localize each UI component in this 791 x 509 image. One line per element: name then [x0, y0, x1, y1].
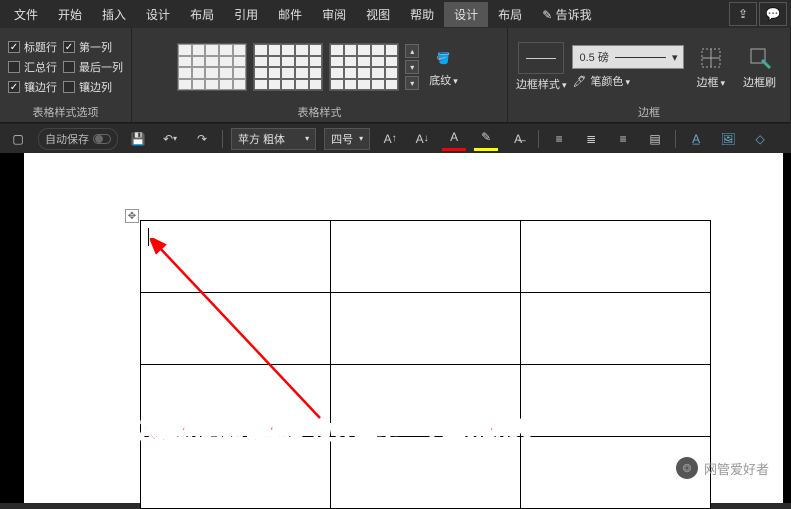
chk-banded-rows[interactable]: 镶边行 [8, 79, 57, 95]
document-table[interactable] [140, 220, 711, 509]
menu-table-layout[interactable]: 布局 [488, 2, 532, 27]
menu-help[interactable]: 帮助 [400, 2, 444, 27]
highlight-icon[interactable]: ✎ [474, 127, 498, 151]
save-icon[interactable]: 💾 [126, 127, 150, 151]
styles-scroll-down[interactable]: ▾ [405, 60, 419, 74]
border-style-preview[interactable] [518, 42, 564, 74]
insert-image-icon[interactable]: 🖼 [716, 127, 740, 151]
table-cell[interactable] [521, 293, 711, 365]
text-cursor [148, 228, 149, 246]
menu-design[interactable]: 设计 [136, 2, 180, 27]
align-center-icon[interactable]: ≣ [579, 127, 603, 151]
menu-bar: 文件 开始 插入 设计 布局 引用 邮件 审阅 视图 帮助 设计 布局 ✎ 告诉… [0, 0, 791, 28]
table-cell[interactable] [141, 437, 331, 509]
new-doc-icon[interactable]: ▢ [6, 127, 30, 151]
menu-file[interactable]: 文件 [4, 2, 48, 27]
border-painter-button[interactable]: 边框刷 [737, 42, 782, 92]
table-cell[interactable] [141, 293, 331, 365]
increase-font-icon[interactable]: A↑ [378, 127, 402, 151]
menu-tell-me[interactable]: ✎ 告诉我 [532, 2, 601, 27]
redo-icon[interactable]: ↷ [190, 127, 214, 151]
watermark: ❂ 网管爱好者 [676, 457, 769, 479]
font-select[interactable]: 苹方 粗体 ▾ [231, 128, 316, 150]
menu-insert[interactable]: 插入 [92, 2, 136, 27]
table-move-handle[interactable]: ✥ [125, 209, 139, 223]
quick-access-toolbar: ▢ 自动保存 💾 ↶▾ ↷ 苹方 粗体 ▾ 四号 ▾ A↑ A↓ A ✎ A̶ … [0, 123, 791, 153]
table-style-3[interactable] [329, 43, 399, 91]
menu-view[interactable]: 视图 [356, 2, 400, 27]
border-painter-icon [746, 44, 774, 72]
table-style-1[interactable] [177, 43, 247, 91]
share-icon[interactable]: ⇪ [729, 2, 757, 26]
table-cell[interactable] [331, 437, 521, 509]
pen-icon: 🖊 [572, 75, 586, 88]
table-cell[interactable] [521, 365, 711, 437]
menu-layout[interactable]: 布局 [180, 2, 224, 27]
bucket-icon: 🪣 [431, 46, 455, 70]
chk-last-col[interactable]: 最后一列 [63, 59, 123, 75]
borders-button[interactable]: 边框 [690, 42, 731, 92]
group-label-borders: 边框 [638, 104, 660, 120]
decrease-font-icon[interactable]: A↓ [410, 127, 434, 151]
table-cell[interactable] [141, 221, 331, 293]
comments-icon[interactable]: 💬 [759, 2, 787, 26]
autosave-toggle[interactable]: 自动保存 [38, 128, 118, 150]
group-table-styles: ▴ ▾ ▾ 🪣 底纹 表格样式 [132, 28, 508, 122]
table-style-2[interactable] [253, 43, 323, 91]
align-right-icon[interactable]: ≡ [611, 127, 635, 151]
ribbon: 标题行 汇总行 镶边行 第一列 最后一列 镶边列 表格样式选项 ▴ ▾ ▾ 🪣 [0, 28, 791, 123]
menu-review[interactable]: 审阅 [312, 2, 356, 27]
wechat-icon: ❂ [676, 457, 698, 479]
border-style-label[interactable]: 边框样式 [516, 76, 567, 92]
menu-mail[interactable]: 邮件 [268, 2, 312, 27]
border-weight-select[interactable]: 0.5 磅▾ [572, 45, 684, 69]
chk-header-row[interactable]: 标题行 [8, 39, 57, 55]
styles-scroll-up[interactable]: ▴ [405, 44, 419, 58]
annotation-text: 插入表格后将鼠标定位在其中一个单元格内 [113, 414, 531, 446]
shading-button[interactable]: 🪣 底纹 [425, 44, 462, 90]
chk-total-row[interactable]: 汇总行 [8, 59, 57, 75]
chk-banded-cols[interactable]: 镶边列 [63, 79, 123, 95]
menu-table-design[interactable]: 设计 [444, 2, 488, 27]
text-box-icon[interactable]: A̲ [684, 127, 708, 151]
pen-color-select[interactable]: 🖊 笔颜色 [572, 73, 684, 89]
group-borders: 边框样式 0.5 磅▾ 🖊 笔颜色 边框 边框刷 边框 [508, 28, 791, 122]
styles-more[interactable]: ▾ [405, 76, 419, 90]
font-color-icon[interactable]: A [442, 127, 466, 151]
table-cell[interactable] [521, 221, 711, 293]
menu-references[interactable]: 引用 [224, 2, 268, 27]
insert-shape-icon[interactable]: ◇ [748, 127, 772, 151]
font-size-select[interactable]: 四号 ▾ [324, 128, 370, 150]
group-style-options: 标题行 汇总行 镶边行 第一列 最后一列 镶边列 表格样式选项 [0, 28, 132, 122]
group-label-style-options: 表格样式选项 [33, 104, 99, 120]
chk-first-col[interactable]: 第一列 [63, 39, 123, 55]
borders-icon [697, 44, 725, 72]
align-left-icon[interactable]: ≡ [547, 127, 571, 151]
undo-icon[interactable]: ↶▾ [158, 127, 182, 151]
table-cell[interactable] [331, 221, 521, 293]
group-label-table-styles: 表格样式 [297, 104, 341, 120]
clear-format-icon[interactable]: A̶ [506, 127, 530, 151]
align-justify-icon[interactable]: ▤ [643, 127, 667, 151]
table-cell[interactable] [331, 293, 521, 365]
menu-home[interactable]: 开始 [48, 2, 92, 27]
